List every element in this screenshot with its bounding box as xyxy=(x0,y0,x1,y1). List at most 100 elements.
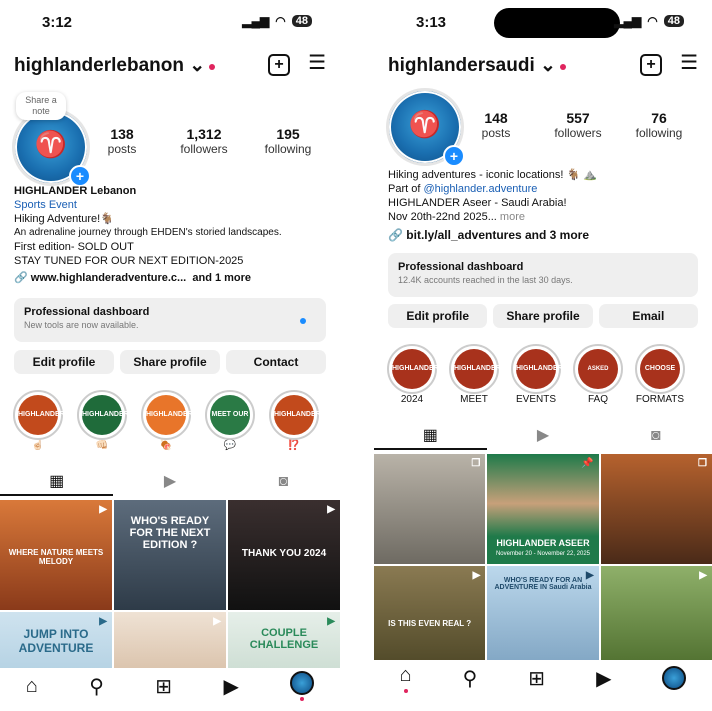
more-link[interactable]: more xyxy=(500,211,525,223)
grid-tab-icon[interactable]: ▦ xyxy=(0,470,114,496)
post-thumbnail[interactable]: ▶ IS THIS EVEN REAL ? xyxy=(374,566,486,660)
battery-icon: 48 xyxy=(663,15,684,27)
home-icon[interactable]: ⌂ xyxy=(400,664,412,693)
reels-tab-icon[interactable]: ▶ xyxy=(113,470,226,496)
story-highlights: HIGHLANDER 2024 HIGHLANDER MEET HIGHLANDER… xyxy=(386,344,686,412)
search-icon[interactable]: ⚲ xyxy=(89,674,104,699)
category-label: Sports Event xyxy=(14,199,77,211)
profile-tab[interactable] xyxy=(290,671,315,701)
post-thumbnail[interactable]: ▶ JUMP INTO ADVENTURE xyxy=(0,612,112,670)
posts-count[interactable]: 148 posts xyxy=(474,110,518,140)
profile-avatar-icon xyxy=(290,671,315,695)
professional-dashboard[interactable]: Professional dashboard 12.4K accounts re… xyxy=(388,253,698,297)
battery-icon: 48 xyxy=(291,15,312,27)
website-link[interactable]: 🔗 bit.ly/all_adventures and 3 more xyxy=(388,228,698,242)
wifi-icon: ◠ xyxy=(647,14,658,28)
highlight-item[interactable]: CHOOSE YOURFORMATS xyxy=(634,344,686,412)
highlight-item[interactable]: HIGHLANDER 2024 xyxy=(386,344,439,405)
new-indicator-dot xyxy=(300,318,306,324)
create-icon[interactable]: ⊞ xyxy=(155,674,172,699)
mention-link[interactable]: @highlander.adventure xyxy=(423,183,537,195)
highlight-item[interactable]: HIGHLANDER 🍖 xyxy=(140,390,193,451)
bio-line: Hiking adventures - iconic locations! 🐐 … xyxy=(388,169,597,181)
post-thumbnail[interactable]: ▶ WHERE NATURE MEETS MELODY xyxy=(0,500,112,610)
profile-header: highlandersaudi ⌄ + ☰ xyxy=(388,53,698,78)
post-thumbnail[interactable]: WHO'S READY FOR THE NEXT EDITION ? xyxy=(114,500,226,610)
following-count[interactable]: 76 following xyxy=(628,110,690,140)
reels-tab-icon[interactable]: ▶ xyxy=(487,424,600,450)
username-switcher[interactable]: highlanderlebanon ⌄ xyxy=(14,55,205,76)
highlight-item[interactable]: MEET OUR 💬 xyxy=(204,390,256,451)
profile-tab[interactable] xyxy=(662,666,687,690)
left-phone-screen: 3:12 ▂▄▆ ◠ 48 highlanderlebanon ⌄ + ☰ Sh… xyxy=(0,0,340,711)
following-count[interactable]: 195 following xyxy=(258,126,318,156)
reel-icon: ▶ xyxy=(472,570,481,581)
edit-profile-button[interactable]: Edit profile xyxy=(388,304,488,328)
signal-icon: ▂▄▆ xyxy=(242,14,270,28)
share-profile-button[interactable]: Share profile xyxy=(493,304,593,328)
bio-line: An adrenaline journey through EHDEN's st… xyxy=(14,227,282,238)
notification-dot xyxy=(209,63,216,70)
highlight-item[interactable]: ASKED QUESTIONSFAQ xyxy=(572,344,624,412)
bio-line: HIGHLANDER Aseer - Saudi Arabia! xyxy=(388,197,567,209)
create-post-icon[interactable]: + xyxy=(640,54,663,76)
website-link[interactable]: 🔗 www.highlanderadventure.c... and 1 mor… xyxy=(14,271,326,285)
post-thumbnail[interactable]: ▶ WHO'S READY FOR AN ADVENTURE IN Saudi A… xyxy=(487,566,599,660)
highlight-item[interactable]: HIGHLANDER MEET xyxy=(448,344,501,405)
posts-count[interactable]: 138 posts xyxy=(100,126,144,156)
menu-icon[interactable]: ☰ xyxy=(308,53,326,76)
status-bar: 3:12 ▂▄▆ ◠ 48 xyxy=(0,14,340,34)
story-highlights: HIGHLANDER ☝🏻 HIGHLANDER 👊🏻 HIGHLANDER 🍖 ME… xyxy=(12,390,321,451)
edit-profile-button[interactable]: Edit profile xyxy=(14,350,114,374)
wifi-icon: ◠ xyxy=(275,14,286,28)
reels-icon[interactable]: ▶ xyxy=(596,666,611,691)
add-story-icon[interactable]: + xyxy=(443,145,465,167)
tagged-tab-icon[interactable]: ◙ xyxy=(227,470,340,496)
bio-line: Hiking Adventure!🐐 xyxy=(14,213,114,225)
email-button[interactable]: Email xyxy=(598,304,698,328)
post-thumbnail[interactable]: 📌 HIGHLANDER ASEER November 20 - November … xyxy=(487,454,599,564)
profile-actions: Edit profile Share profile Email xyxy=(388,304,698,328)
share-profile-button[interactable]: Share profile xyxy=(120,350,220,374)
create-post-icon[interactable]: + xyxy=(268,54,291,76)
reel-icon: ▶ xyxy=(213,616,221,627)
profile-avatar-icon xyxy=(662,666,687,690)
menu-icon[interactable]: ☰ xyxy=(680,53,698,76)
notification-dot xyxy=(559,63,566,70)
content-tabs: ▦ ▶ ◙ xyxy=(374,424,712,450)
tagged-tab-icon[interactable]: ◙ xyxy=(599,424,712,450)
profile-bio: Hiking adventures - iconic locations! 🐐 … xyxy=(388,168,698,242)
post-thumbnail[interactable]: ▶ xyxy=(600,566,712,660)
clock: 3:13 xyxy=(416,14,447,31)
profile-avatar[interactable]: ♈ + xyxy=(386,88,465,167)
post-thumbnail[interactable]: ❐ xyxy=(374,454,486,564)
create-icon[interactable]: ⊞ xyxy=(528,666,545,691)
grid-tab-icon[interactable]: ▦ xyxy=(374,424,487,450)
highlight-item[interactable]: HIGHLANDER ☝🏻 xyxy=(12,390,65,451)
reels-icon[interactable]: ▶ xyxy=(223,674,238,699)
highlight-item[interactable]: HIGHLANDER EVENTS xyxy=(510,344,563,405)
bottom-nav: ⌂ ⚲ ⊞ ▶ xyxy=(0,668,340,704)
post-thumbnail[interactable]: ▶ xyxy=(114,612,226,670)
content-tabs: ▦ ▶ ◙ xyxy=(0,470,340,496)
search-icon[interactable]: ⚲ xyxy=(463,666,478,691)
post-thumbnail[interactable]: ❐ xyxy=(600,454,712,564)
highlight-item[interactable]: HIGHLANDER 👊🏻 xyxy=(76,390,129,451)
home-icon[interactable]: ⌂ xyxy=(26,675,38,698)
status-bar: 3:13 ▂▄▆ ◠ 48 xyxy=(374,14,712,34)
followers-count[interactable]: 1,312 followers xyxy=(172,126,236,156)
bio-line: First edition- SOLD OUT xyxy=(14,241,134,253)
followers-count[interactable]: 557 followers xyxy=(548,110,608,140)
share-note-bubble[interactable]: Share a note xyxy=(16,92,66,120)
profile-header: highlanderlebanon ⌄ + ☰ xyxy=(14,53,326,78)
posts-grid: ▶ WHERE NATURE MEETS MELODY WHO'S READY F… xyxy=(0,500,340,670)
post-thumbnail[interactable]: ▶ THANK YOU 2024 xyxy=(228,500,340,610)
username-switcher[interactable]: highlandersaudi ⌄ xyxy=(388,55,556,76)
link-icon: 🔗 xyxy=(388,228,403,242)
contact-button[interactable]: Contact xyxy=(226,350,326,374)
reel-icon: ▶ xyxy=(699,570,707,581)
professional-dashboard[interactable]: Professional dashboard New tools are now… xyxy=(14,298,326,342)
highlight-item[interactable]: HIGHLANDER ⁉️ xyxy=(268,390,321,451)
bio-line: Part of @highlander.adventure xyxy=(388,183,538,195)
post-thumbnail[interactable]: ▶ COUPLE CHALLENGE xyxy=(228,612,340,670)
